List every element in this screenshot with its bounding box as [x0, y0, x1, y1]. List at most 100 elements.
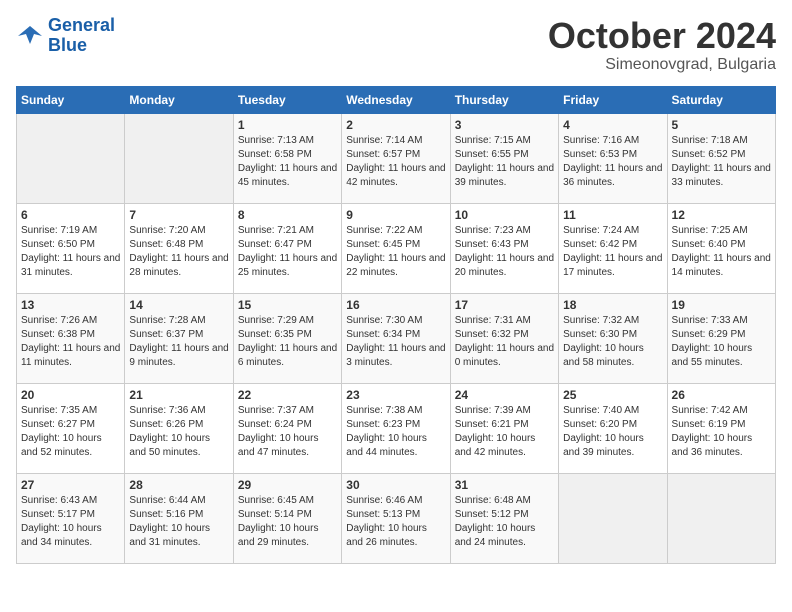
day-info: Sunrise: 7:39 AM Sunset: 6:21 PM Dayligh… [455, 404, 554, 460]
day-number: 6 [21, 208, 120, 222]
day-header: Saturday [667, 86, 775, 113]
day-info: Sunrise: 7:15 AM Sunset: 6:55 PM Dayligh… [455, 134, 554, 190]
day-number: 16 [346, 298, 445, 312]
day-info: Sunrise: 7:26 AM Sunset: 6:38 PM Dayligh… [21, 314, 120, 370]
day-info: Sunrise: 7:13 AM Sunset: 6:58 PM Dayligh… [238, 134, 337, 190]
day-info: Sunrise: 7:14 AM Sunset: 6:57 PM Dayligh… [346, 134, 445, 190]
logo-text: GeneralBlue [48, 16, 115, 56]
day-info: Sunrise: 7:24 AM Sunset: 6:42 PM Dayligh… [563, 224, 662, 280]
day-info: Sunrise: 7:25 AM Sunset: 6:40 PM Dayligh… [672, 224, 771, 280]
day-number: 5 [672, 118, 771, 132]
calendar-cell: 5 Sunrise: 7:18 AM Sunset: 6:52 PM Daylig… [667, 113, 775, 203]
calendar-cell: 12 Sunrise: 7:25 AM Sunset: 6:40 PM Dayli… [667, 203, 775, 293]
day-header: Monday [125, 86, 233, 113]
calendar-table: SundayMondayTuesdayWednesdayThursdayFrid… [16, 86, 776, 564]
location-subtitle: Simeonovgrad, Bulgaria [548, 56, 776, 74]
day-info: Sunrise: 7:31 AM Sunset: 6:32 PM Dayligh… [455, 314, 554, 370]
day-number: 4 [563, 118, 662, 132]
day-info: Sunrise: 7:19 AM Sunset: 6:50 PM Dayligh… [21, 224, 120, 280]
calendar-cell [667, 473, 775, 563]
day-info: Sunrise: 7:42 AM Sunset: 6:19 PM Dayligh… [672, 404, 771, 460]
day-number: 8 [238, 208, 337, 222]
calendar-cell: 30 Sunrise: 6:46 AM Sunset: 5:13 PM Dayli… [342, 473, 450, 563]
day-header: Friday [559, 86, 667, 113]
calendar-cell: 21Sunrise: 7:36 AM Sunset: 6:26 PM Dayli… [125, 383, 233, 473]
day-number: 25 [563, 388, 662, 402]
calendar-cell: 10Sunrise: 7:23 AM Sunset: 6:43 PM Dayli… [450, 203, 558, 293]
day-number: 1 [238, 118, 337, 132]
calendar-cell: 25Sunrise: 7:40 AM Sunset: 6:20 PM Dayli… [559, 383, 667, 473]
day-number: 9 [346, 208, 445, 222]
day-info: Sunrise: 7:33 AM Sunset: 6:29 PM Dayligh… [672, 314, 771, 370]
calendar-cell: 26 Sunrise: 7:42 AM Sunset: 6:19 PM Dayli… [667, 383, 775, 473]
calendar-cell: 1 Sunrise: 7:13 AM Sunset: 6:58 PM Daylig… [233, 113, 341, 203]
calendar-cell: 14 Sunrise: 7:28 AM Sunset: 6:37 PM Dayli… [125, 293, 233, 383]
day-number: 19 [672, 298, 771, 312]
day-info: Sunrise: 7:21 AM Sunset: 6:47 PM Dayligh… [238, 224, 337, 280]
calendar-cell: 18Sunrise: 7:32 AM Sunset: 6:30 PM Dayli… [559, 293, 667, 383]
day-number: 7 [129, 208, 228, 222]
calendar-cell [17, 113, 125, 203]
day-number: 20 [21, 388, 120, 402]
calendar-cell: 9 Sunrise: 7:22 AM Sunset: 6:45 PM Daylig… [342, 203, 450, 293]
day-info: Sunrise: 7:37 AM Sunset: 6:24 PM Dayligh… [238, 404, 337, 460]
day-number: 2 [346, 118, 445, 132]
day-info: Sunrise: 6:44 AM Sunset: 5:16 PM Dayligh… [129, 494, 228, 550]
day-info: Sunrise: 7:29 AM Sunset: 6:35 PM Dayligh… [238, 314, 337, 370]
calendar-cell: 27 Sunrise: 6:43 AM Sunset: 5:17 PM Dayli… [17, 473, 125, 563]
day-info: Sunrise: 7:28 AM Sunset: 6:37 PM Dayligh… [129, 314, 228, 370]
calendar-cell: 3Sunrise: 7:15 AM Sunset: 6:55 PM Daylig… [450, 113, 558, 203]
week-row: 1 Sunrise: 7:13 AM Sunset: 6:58 PM Daylig… [17, 113, 776, 203]
calendar-cell: 4 Sunrise: 7:16 AM Sunset: 6:53 PM Daylig… [559, 113, 667, 203]
day-number: 27 [21, 478, 120, 492]
calendar-cell: 31Sunrise: 6:48 AM Sunset: 5:12 PM Dayli… [450, 473, 558, 563]
logo: GeneralBlue [16, 16, 115, 56]
day-number: 12 [672, 208, 771, 222]
day-info: Sunrise: 7:38 AM Sunset: 6:23 PM Dayligh… [346, 404, 445, 460]
calendar-cell: 29 Sunrise: 6:45 AM Sunset: 5:14 PM Dayli… [233, 473, 341, 563]
calendar-cell: 17Sunrise: 7:31 AM Sunset: 6:32 PM Dayli… [450, 293, 558, 383]
day-number: 13 [21, 298, 120, 312]
day-info: Sunrise: 7:18 AM Sunset: 6:52 PM Dayligh… [672, 134, 771, 190]
day-info: Sunrise: 7:22 AM Sunset: 6:45 PM Dayligh… [346, 224, 445, 280]
day-number: 15 [238, 298, 337, 312]
calendar-cell: 13 Sunrise: 7:26 AM Sunset: 6:38 PM Dayli… [17, 293, 125, 383]
day-info: Sunrise: 7:35 AM Sunset: 6:27 PM Dayligh… [21, 404, 120, 460]
week-row: 20 Sunrise: 7:35 AM Sunset: 6:27 PM Dayli… [17, 383, 776, 473]
day-info: Sunrise: 7:20 AM Sunset: 6:48 PM Dayligh… [129, 224, 228, 280]
day-info: Sunrise: 7:32 AM Sunset: 6:30 PM Dayligh… [563, 314, 662, 370]
calendar-cell: 8 Sunrise: 7:21 AM Sunset: 6:47 PM Daylig… [233, 203, 341, 293]
day-number: 14 [129, 298, 228, 312]
day-info: Sunrise: 6:46 AM Sunset: 5:13 PM Dayligh… [346, 494, 445, 550]
calendar-cell: 6 Sunrise: 7:19 AM Sunset: 6:50 PM Daylig… [17, 203, 125, 293]
calendar-cell: 23 Sunrise: 7:38 AM Sunset: 6:23 PM Dayli… [342, 383, 450, 473]
calendar-cell: 11 Sunrise: 7:24 AM Sunset: 6:42 PM Dayli… [559, 203, 667, 293]
calendar-cell: 20 Sunrise: 7:35 AM Sunset: 6:27 PM Dayli… [17, 383, 125, 473]
day-info: Sunrise: 6:48 AM Sunset: 5:12 PM Dayligh… [455, 494, 554, 550]
calendar-cell: 19 Sunrise: 7:33 AM Sunset: 6:29 PM Dayli… [667, 293, 775, 383]
day-number: 11 [563, 208, 662, 222]
day-header: Wednesday [342, 86, 450, 113]
calendar-cell [125, 113, 233, 203]
calendar-cell: 15 Sunrise: 7:29 AM Sunset: 6:35 PM Dayli… [233, 293, 341, 383]
day-number: 29 [238, 478, 337, 492]
day-header: Tuesday [233, 86, 341, 113]
week-row: 27 Sunrise: 6:43 AM Sunset: 5:17 PM Dayli… [17, 473, 776, 563]
calendar-cell: 7 Sunrise: 7:20 AM Sunset: 6:48 PM Daylig… [125, 203, 233, 293]
day-number: 23 [346, 388, 445, 402]
title-block: October 2024 Simeonovgrad, Bulgaria [548, 16, 776, 74]
day-info: Sunrise: 7:30 AM Sunset: 6:34 PM Dayligh… [346, 314, 445, 370]
day-info: Sunrise: 7:16 AM Sunset: 6:53 PM Dayligh… [563, 134, 662, 190]
calendar-cell: 22Sunrise: 7:37 AM Sunset: 6:24 PM Dayli… [233, 383, 341, 473]
day-number: 24 [455, 388, 554, 402]
day-info: Sunrise: 7:23 AM Sunset: 6:43 PM Dayligh… [455, 224, 554, 280]
day-header: Sunday [17, 86, 125, 113]
day-number: 30 [346, 478, 445, 492]
day-info: Sunrise: 6:43 AM Sunset: 5:17 PM Dayligh… [21, 494, 120, 550]
day-info: Sunrise: 6:45 AM Sunset: 5:14 PM Dayligh… [238, 494, 337, 550]
calendar-cell: 24 Sunrise: 7:39 AM Sunset: 6:21 PM Dayli… [450, 383, 558, 473]
week-row: 13 Sunrise: 7:26 AM Sunset: 6:38 PM Dayli… [17, 293, 776, 383]
day-number: 21 [129, 388, 228, 402]
calendar-cell [559, 473, 667, 563]
day-number: 26 [672, 388, 771, 402]
